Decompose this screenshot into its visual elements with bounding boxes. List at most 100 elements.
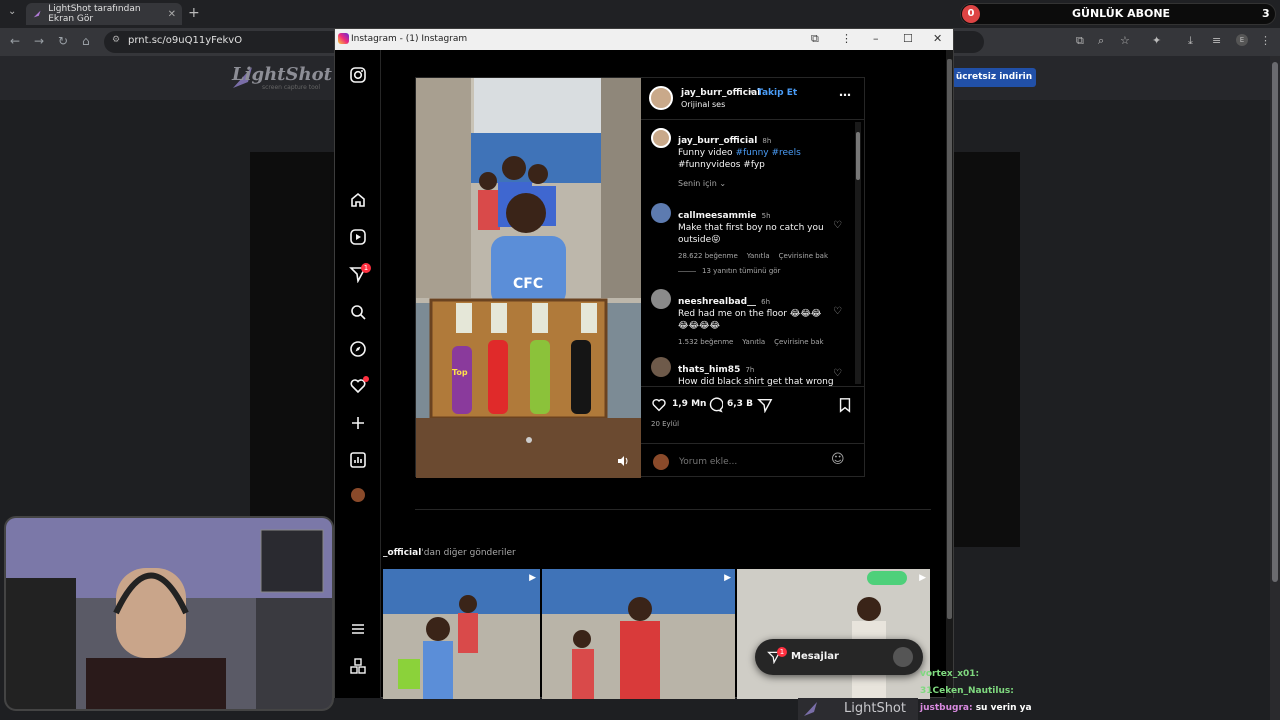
- chat-message: 31Ceken_Nautilus:: [920, 686, 1014, 696]
- download-button[interactable]: ücretsiz indirin: [952, 68, 1036, 87]
- bookmark-star-icon[interactable]: ☆: [1120, 34, 1130, 47]
- grid-thumbnail[interactable]: ▶: [737, 569, 930, 699]
- comment-avatar[interactable]: [651, 357, 671, 377]
- extension-icon[interactable]: ⧉: [811, 32, 819, 46]
- explore-compass-icon[interactable]: [349, 340, 367, 358]
- webcam-overlay: [4, 516, 334, 711]
- volume-icon[interactable]: [616, 454, 630, 468]
- comment-likes[interactable]: 28.622 beğenme: [678, 252, 738, 260]
- dashboard-icon[interactable]: [349, 451, 367, 469]
- like-count[interactable]: 1,9 Mn: [672, 399, 706, 409]
- more-posts-username[interactable]: _official: [383, 548, 421, 558]
- menu-kebab-icon[interactable]: ⋮: [1260, 34, 1271, 47]
- comment-avatar[interactable]: [651, 289, 671, 309]
- create-plus-icon[interactable]: [349, 414, 367, 432]
- ig-scrollbar-thumb[interactable]: [947, 59, 952, 619]
- close-tab-icon[interactable]: ✕: [168, 9, 176, 20]
- comment-count[interactable]: 6,3 B: [727, 399, 753, 409]
- comment-text: Make that first boy no catch you outside…: [678, 223, 824, 245]
- reel-video[interactable]: CFC Top: [416, 78, 641, 478]
- save-bookmark-icon[interactable]: [837, 397, 853, 413]
- reel-indicator-icon: ▶: [529, 573, 536, 583]
- caption: jay_burr_official 8h Funny video #funny …: [678, 128, 848, 171]
- notification-dot: [363, 376, 369, 382]
- emoji-icon[interactable]: ☺: [831, 452, 845, 467]
- browser-tab[interactable]: LightShot tarafından Ekran Gör ✕: [26, 3, 182, 25]
- divider: [415, 509, 931, 510]
- window-titlebar[interactable]: Instagram - (1) Instagram ⧉ ⋮ – ☐ ✕: [335, 29, 953, 50]
- reply-link[interactable]: Yanıtla: [742, 338, 765, 346]
- url-text: prnt.sc/o9uQ11yFekvO: [128, 35, 243, 46]
- back-icon[interactable]: ←: [10, 34, 20, 48]
- caption-hashtags-1[interactable]: #funny #reels: [735, 148, 800, 158]
- view-replies-link[interactable]: 13 yanıtın tümünü gör: [678, 267, 780, 275]
- comment-input[interactable]: [679, 453, 819, 471]
- more-options-icon[interactable]: ⋯: [839, 88, 851, 102]
- comment-likes[interactable]: 1.532 beğenme: [678, 338, 733, 346]
- comment-time: 6h: [761, 298, 771, 306]
- install-icon[interactable]: ⧉: [1076, 34, 1084, 48]
- extensions-icon[interactable]: ✦: [1152, 34, 1161, 47]
- maximize-icon[interactable]: ☐: [903, 32, 913, 45]
- reply-link[interactable]: Yanıtla: [747, 252, 770, 260]
- post-actions: 1,9 Mn 6,3 B 20 Eylül ☺: [641, 386, 865, 478]
- messages-button[interactable]: 1 Mesajlar: [755, 639, 923, 675]
- home-icon[interactable]: [349, 191, 367, 209]
- download-icon[interactable]: ⤓: [1188, 34, 1193, 48]
- audio-label[interactable]: Orijinal ses: [681, 100, 725, 109]
- more-posts-title[interactable]: _official'dan diğer gönderiler: [383, 548, 516, 558]
- chat-message: vortex_x01:: [920, 669, 979, 679]
- comment-like-heart-icon[interactable]: ♡: [833, 306, 842, 317]
- chat-username: 31Ceken_Nautilus:: [920, 686, 1014, 696]
- media-icon[interactable]: ≡: [1212, 34, 1221, 47]
- tab-search-icon[interactable]: ⌄: [8, 6, 16, 17]
- chat-message: justbugra: su verin ya: [920, 703, 1032, 713]
- comment-username[interactable]: callmeesammie: [678, 211, 757, 221]
- page-scrollbar-thumb[interactable]: [1272, 62, 1278, 582]
- minimize-icon[interactable]: –: [873, 32, 879, 45]
- instagram-logo-icon[interactable]: [349, 66, 367, 84]
- profile-avatar[interactable]: [351, 488, 365, 502]
- comment-avatar[interactable]: [651, 203, 671, 223]
- author-avatar[interactable]: [649, 86, 673, 110]
- search-icon[interactable]: [349, 303, 367, 321]
- forward-icon[interactable]: →: [34, 34, 44, 48]
- comments-scrollbar-thumb[interactable]: [856, 132, 860, 180]
- translate-link[interactable]: Çevirisine bak: [774, 338, 823, 346]
- window-menu-icon[interactable]: ⋮: [841, 32, 852, 45]
- comment-item: thats_him85 7h How did black shirt get t…: [678, 357, 838, 388]
- caption-username[interactable]: jay_burr_official: [678, 136, 757, 146]
- subscriber-goal-target: 3: [1262, 7, 1270, 20]
- translate-link[interactable]: Çevirisine bak: [779, 252, 828, 260]
- window-title: Instagram - (1) Instagram: [351, 34, 468, 44]
- share-icon[interactable]: [757, 397, 773, 413]
- follow-button[interactable]: Takip Et: [757, 88, 797, 98]
- comment-username[interactable]: neeshrealbad__: [678, 297, 756, 307]
- like-heart-icon[interactable]: [651, 397, 667, 413]
- comment-username[interactable]: thats_him85: [678, 365, 740, 375]
- reels-icon[interactable]: [349, 228, 367, 246]
- new-tab-button[interactable]: +: [188, 5, 200, 21]
- grid-thumbnail[interactable]: ▶: [542, 569, 735, 699]
- grid-thumbnail[interactable]: ▶: [383, 569, 540, 699]
- more-menu-icon[interactable]: [349, 620, 367, 638]
- zoom-icon[interactable]: ⌕: [1098, 34, 1104, 48]
- comment-like-heart-icon[interactable]: ♡: [833, 368, 842, 379]
- caption-avatar[interactable]: [651, 128, 671, 148]
- profile-avatar-icon[interactable]: E: [1236, 34, 1248, 46]
- post-header: jay_burr_official • Takip Et Orijinal se…: [641, 78, 865, 120]
- close-window-icon[interactable]: ✕: [933, 32, 942, 45]
- comment-bubble-icon[interactable]: [707, 397, 723, 413]
- also-from-meta-icon[interactable]: [349, 657, 367, 675]
- home-icon[interactable]: ⌂: [82, 34, 90, 48]
- caption-hashtags-2[interactable]: #funnyvideos #fyp: [678, 159, 848, 171]
- comment-sort-dropdown[interactable]: Senin için ⌄: [678, 179, 726, 188]
- comment-like-heart-icon[interactable]: ♡: [833, 220, 842, 231]
- caption-text: Funny video: [678, 148, 733, 158]
- tab-title: LightShot tarafından Ekran Gör: [48, 4, 141, 24]
- lightshot-logo[interactable]: LightShot: [232, 64, 332, 85]
- comment-text: Red had me on the floor 😂😂😂😂😂😂😂: [678, 309, 822, 331]
- separator-dot: •: [749, 88, 755, 98]
- reload-icon[interactable]: ↻: [58, 34, 68, 48]
- site-info-icon[interactable]: ⚙: [112, 35, 120, 45]
